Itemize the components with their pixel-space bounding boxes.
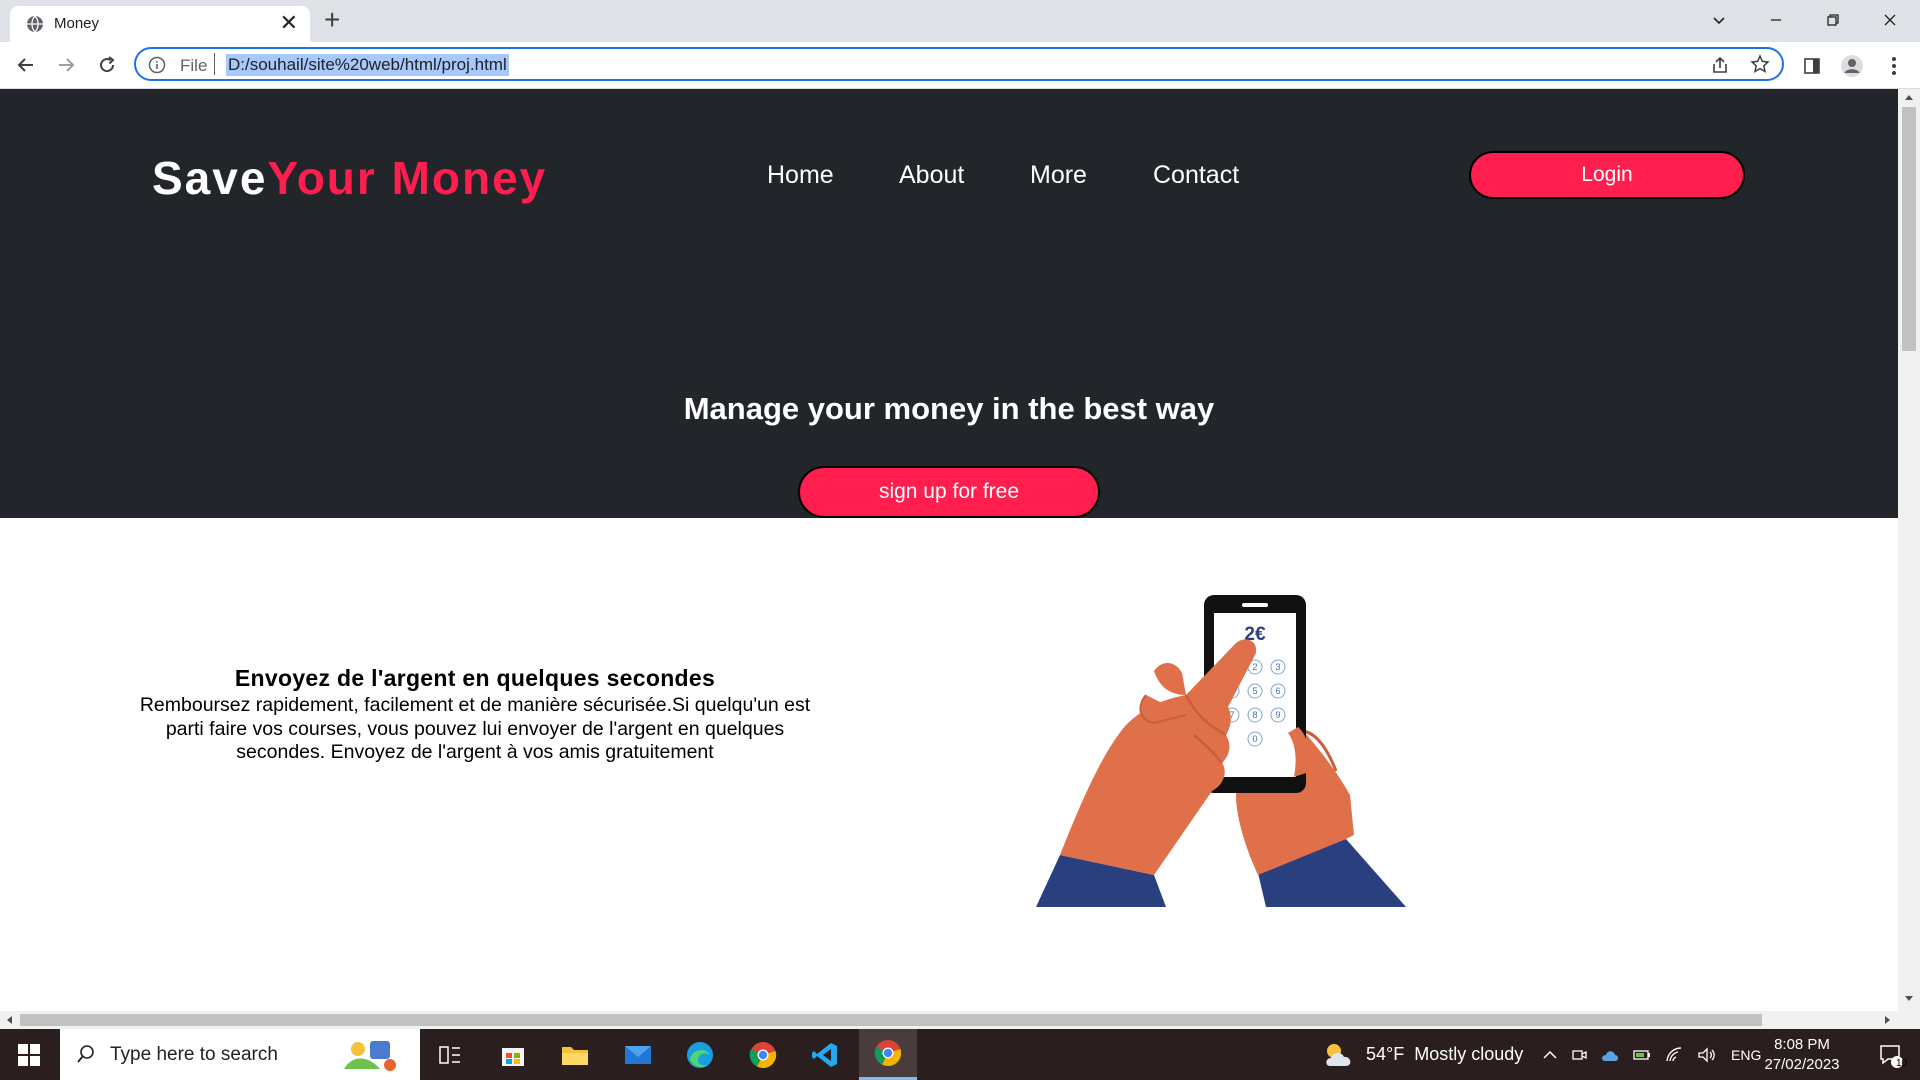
weather-widget[interactable]: 54°F Mostly cloudy <box>1322 1029 1523 1080</box>
logo-part-save: Save <box>152 152 268 204</box>
vertical-scroll-thumb[interactable] <box>1902 107 1916 351</box>
battery-icon[interactable] <box>1633 1048 1651 1062</box>
taskbar-search-box[interactable]: Type here to search <box>60 1029 420 1080</box>
horizontal-scrollbar[interactable] <box>0 1011 1920 1029</box>
forward-button[interactable] <box>52 51 80 79</box>
volume-icon[interactable] <box>1697 1046 1717 1063</box>
chrome-icon[interactable] <box>734 1029 792 1080</box>
tab-search-chevron-icon[interactable] <box>1691 0 1747 40</box>
clock-date: 27/02/2023 <box>1764 1056 1840 1073</box>
vertical-scrollbar[interactable] <box>1898 89 1920 1011</box>
taskbar: Type here to search 54°F Mostly cloudy E… <box>0 1029 1920 1080</box>
scroll-up-arrow-icon[interactable] <box>1904 93 1914 101</box>
microsoft-store-icon[interactable] <box>484 1029 542 1080</box>
key-0: 0 <box>1252 734 1257 744</box>
weather-temperature: 54°F <box>1366 1044 1405 1064</box>
edge-browser-icon[interactable] <box>671 1029 729 1080</box>
horizontal-scroll-thumb[interactable] <box>20 1014 1762 1026</box>
signup-button[interactable]: sign up for free <box>798 466 1100 518</box>
search-placeholder: Type here to search <box>110 1044 278 1065</box>
file-explorer-icon[interactable] <box>546 1029 604 1080</box>
tab-title: Money <box>54 15 100 32</box>
profile-avatar-icon[interactable] <box>1838 52 1866 80</box>
login-button[interactable]: Login <box>1469 151 1745 199</box>
weather-description: Mostly cloudy <box>1414 1044 1524 1064</box>
clock-time: 8:08 PM <box>1774 1036 1830 1053</box>
url-text[interactable]: D:/souhail/site%20web/html/proj.html <box>226 54 509 76</box>
omnibox-divider <box>214 53 215 75</box>
tray-overflow-chevron-icon[interactable] <box>1543 1050 1557 1060</box>
chrome-active-icon[interactable] <box>859 1029 917 1080</box>
key-2: 2 <box>1252 662 1257 672</box>
key-6: 6 <box>1275 686 1280 696</box>
page-viewport: SaveYour Money Home About More Contact L… <box>0 89 1898 1011</box>
share-icon[interactable] <box>1710 55 1730 80</box>
onedrive-cloud-icon[interactable] <box>1601 1048 1619 1062</box>
mail-icon[interactable] <box>609 1029 667 1080</box>
nav-contact[interactable]: Contact <box>1153 161 1239 190</box>
search-icon <box>77 1045 94 1063</box>
site-info-icon[interactable] <box>148 56 166 79</box>
feature-block: Envoyez de l'argent en quelques secondes… <box>136 665 814 765</box>
restore-button[interactable] <box>1805 0 1861 40</box>
scheme-label: File <box>180 56 208 75</box>
meet-now-icon[interactable] <box>1571 1047 1587 1063</box>
address-bar[interactable]: File D:/souhail/site%20web/html/proj.htm… <box>134 47 1784 81</box>
globe-icon <box>26 15 44 38</box>
phone-payment-illustration: 2€ 1 2 3 4 5 6 7 8 9 0 <box>1036 595 1406 907</box>
tab-strip: Money ✕ + <box>0 0 1920 42</box>
scroll-down-arrow-icon[interactable] <box>1904 995 1914 1003</box>
minimize-button[interactable] <box>1748 0 1804 40</box>
task-view-icon[interactable] <box>421 1029 479 1080</box>
feature-title: Envoyez de l'argent en quelques secondes <box>234 665 716 691</box>
windows-start-icon[interactable] <box>0 1029 58 1080</box>
key-3: 3 <box>1275 662 1280 672</box>
nav-more[interactable]: More <box>1030 161 1087 190</box>
site-logo[interactable]: SaveYour Money <box>152 151 547 205</box>
search-highlight-icon <box>344 1041 396 1071</box>
nav-about[interactable]: About <box>899 161 964 190</box>
clock[interactable]: 8:08 PM 27/02/2023 <box>1762 1035 1842 1075</box>
wifi-icon[interactable] <box>1665 1046 1683 1063</box>
hero-section: SaveYour Money Home About More Contact L… <box>0 89 1898 518</box>
scroll-right-arrow-icon[interactable] <box>1884 1015 1892 1025</box>
key-9: 9 <box>1275 710 1280 720</box>
browser-menu-icon[interactable] <box>1880 52 1908 80</box>
key-5: 5 <box>1252 686 1257 696</box>
vscode-icon[interactable] <box>796 1029 854 1080</box>
side-panel-icon[interactable] <box>1798 52 1826 80</box>
close-window-button[interactable] <box>1862 0 1918 40</box>
language-indicator[interactable]: ENG <box>1731 1047 1761 1063</box>
bookmark-star-icon[interactable] <box>1750 54 1770 79</box>
back-button[interactable] <box>12 51 40 79</box>
logo-part-your-money: Your Money <box>267 152 548 204</box>
notification-center-icon[interactable]: 10 <box>1862 1029 1920 1080</box>
feature-description: Remboursez rapidement, facilement et de … <box>139 694 811 763</box>
new-tab-button[interactable]: + <box>324 5 340 35</box>
scroll-left-arrow-icon[interactable] <box>5 1015 13 1025</box>
system-tray: ENG <box>1543 1029 1761 1080</box>
cloudy-weather-icon <box>1326 1043 1351 1066</box>
key-8: 8 <box>1252 710 1257 720</box>
tab-close-icon[interactable]: ✕ <box>280 10 298 36</box>
browser-tab[interactable]: Money ✕ <box>10 6 310 42</box>
browser-toolbar: File D:/souhail/site%20web/html/proj.htm… <box>0 42 1920 89</box>
notification-count-badge: 10 <box>1896 1058 1908 1069</box>
nav-home[interactable]: Home <box>767 161 834 190</box>
reload-button[interactable] <box>93 51 121 79</box>
hero-tagline: Manage your money in the best way <box>683 391 1215 426</box>
